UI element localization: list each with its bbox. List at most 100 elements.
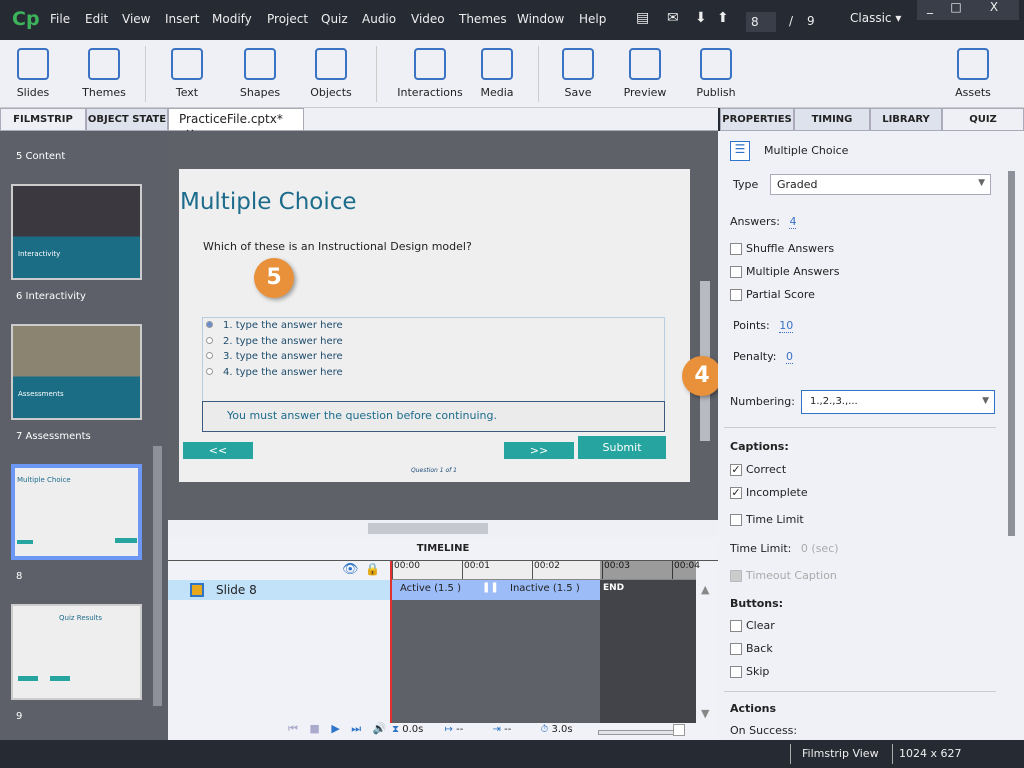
answer-option[interactable]: 2. type the answer here: [206, 336, 343, 347]
rewind-icon[interactable]: ⏮: [288, 722, 298, 735]
filmstrip-thumb-8[interactable]: Multiple Choice: [11, 464, 142, 560]
inactive-duration: Inactive (1.5 ): [510, 583, 580, 594]
menu-project[interactable]: Project: [267, 12, 308, 26]
next-button[interactable]: >>: [504, 442, 574, 459]
answer-area[interactable]: 1. type the answer here 2. type the answe…: [202, 317, 665, 402]
slides-button[interactable]: Slides: [3, 44, 63, 99]
menu-edit[interactable]: Edit: [85, 12, 108, 26]
menu-insert[interactable]: Insert: [165, 12, 199, 26]
shapes-button[interactable]: Shapes: [230, 44, 290, 99]
lock-icon[interactable]: 🔒: [365, 562, 380, 576]
clear-checkbox[interactable]: Clear: [730, 619, 775, 632]
project-size: 1024 x 627: [899, 747, 962, 760]
preview-button[interactable]: Preview: [615, 44, 675, 99]
arrow-down-icon[interactable]: ⬇: [695, 10, 707, 26]
menu-audio[interactable]: Audio: [362, 12, 396, 26]
play-icon[interactable]: ▶: [331, 722, 339, 735]
menu-modify[interactable]: Modify: [212, 12, 252, 26]
partial-score-checkbox[interactable]: Partial Score: [730, 288, 815, 301]
feedback-caption[interactable]: You must answer the question before cont…: [202, 401, 665, 432]
tab-filmstrip[interactable]: FILMSTRIP: [0, 108, 86, 131]
back-checkbox[interactable]: Back: [730, 642, 773, 655]
scroll-up-icon[interactable]: ▲: [701, 583, 709, 596]
incomplete-checkbox[interactable]: ✓ Incomplete: [730, 486, 808, 499]
correct-checkbox[interactable]: ✓ Correct: [730, 463, 786, 476]
menu-video[interactable]: Video: [411, 12, 445, 26]
type-dropdown[interactable]: Graded ▼: [770, 174, 991, 195]
menu-quiz[interactable]: Quiz: [321, 12, 348, 26]
answer-option[interactable]: 4. type the answer here: [206, 367, 343, 378]
tab-quiz[interactable]: QUIZ: [942, 108, 1024, 131]
radio-icon[interactable]: [206, 352, 213, 359]
radio-icon[interactable]: [206, 336, 213, 344]
slide-icon[interactable]: ▤: [636, 10, 649, 26]
assets-button[interactable]: Assets: [943, 44, 1003, 99]
filmstrip-thumb-7[interactable]: Assessments: [11, 324, 142, 420]
stage-hscroll[interactable]: [168, 520, 718, 537]
numbering-dropdown[interactable]: 1.,2.,3.,... ▼: [801, 390, 995, 414]
stop-icon[interactable]: ■: [309, 722, 319, 735]
answer-option[interactable]: 1. type the answer here: [206, 320, 343, 331]
view-mode: Filmstrip View: [802, 747, 879, 760]
properties-scrollbar[interactable]: [1008, 171, 1015, 536]
on-success-label: On Success:: [730, 724, 798, 737]
workspace-dropdown[interactable]: Classic ▾: [850, 11, 901, 25]
minimize-button[interactable]: _: [917, 0, 943, 20]
audio-icon[interactable]: 🔊: [373, 722, 387, 735]
arrow-up-icon[interactable]: ⬆: [717, 10, 729, 26]
divider: [724, 427, 996, 428]
points-value[interactable]: 10: [779, 319, 794, 333]
tab-library[interactable]: LIBRARY: [870, 108, 942, 131]
tab-document[interactable]: PracticeFile.cptx* ×: [168, 108, 304, 140]
timeline-layer-row[interactable]: Slide 8: [168, 580, 390, 600]
penalty-value[interactable]: 0: [786, 350, 794, 364]
thumb-title: Quiz Results: [59, 614, 103, 622]
timeline-title: TIMELINE: [168, 537, 718, 561]
radio-icon[interactable]: [206, 367, 213, 375]
menu-view[interactable]: View: [122, 12, 150, 26]
tab-object-state[interactable]: OBJECT STATE: [86, 108, 168, 131]
question-text[interactable]: Which of these is an Instructional Desig…: [203, 240, 472, 253]
tab-timing[interactable]: TIMING: [794, 108, 870, 131]
progress-indicator: Question 1 of 1: [411, 467, 457, 474]
slide-number-input[interactable]: 8: [746, 12, 776, 32]
submit-button[interactable]: Submit: [578, 436, 666, 459]
scroll-down-icon[interactable]: ▼: [701, 707, 709, 720]
interactions-button[interactable]: Interactions: [392, 44, 468, 99]
slide-timebar[interactable]: Active (1.5 ) ❚❚ Inactive (1.5 ): [390, 580, 600, 600]
zoom-slider[interactable]: [598, 724, 685, 736]
media-button[interactable]: Media: [467, 44, 527, 99]
skip-checkbox[interactable]: Skip: [730, 665, 769, 678]
menu-file[interactable]: File: [50, 12, 70, 26]
pause-icon: ❚❚: [482, 582, 499, 593]
tab-properties[interactable]: PROPERTIES: [720, 108, 794, 131]
maximize-button[interactable]: □: [943, 0, 969, 20]
multiple-answers-checkbox[interactable]: Multiple Answers: [730, 265, 839, 278]
filmstrip-thumb-9[interactable]: Quiz Results: [11, 604, 142, 700]
answer-option[interactable]: 3. type the answer here: [206, 351, 343, 362]
save-button[interactable]: Save: [548, 44, 608, 99]
back-button[interactable]: <<: [183, 442, 253, 459]
playhead[interactable]: [390, 561, 392, 723]
objects-button[interactable]: Objects: [301, 44, 361, 99]
time-ruler[interactable]: 00:00 00:01 00:02 00:03 00:04: [390, 561, 700, 580]
slide-title[interactable]: Multiple Choice: [180, 189, 357, 215]
mail-icon[interactable]: ✉: [667, 10, 679, 26]
shuffle-answers-checkbox[interactable]: Shuffle Answers: [730, 242, 834, 255]
menu-help[interactable]: Help: [579, 12, 606, 26]
zoom-slider-handle[interactable]: [673, 724, 685, 736]
filmstrip-thumb-6[interactable]: Interactivity: [11, 184, 142, 280]
close-button[interactable]: X: [969, 0, 1019, 20]
menu-window[interactable]: Window: [517, 12, 564, 26]
filmstrip-scrollbar[interactable]: [153, 446, 162, 706]
time-limit-checkbox[interactable]: Time Limit: [730, 513, 804, 526]
menu-themes[interactable]: Themes: [459, 12, 507, 26]
themes-button[interactable]: Themes: [74, 44, 134, 99]
text-button[interactable]: Text: [157, 44, 217, 99]
time-limit-label: Time Limit:: [730, 542, 792, 555]
publish-button[interactable]: Publish: [686, 44, 746, 99]
eye-icon[interactable]: 👁: [342, 562, 359, 577]
next-icon[interactable]: ⏭: [351, 722, 361, 735]
radio-icon[interactable]: [206, 321, 213, 328]
answers-count[interactable]: 4: [789, 215, 797, 229]
